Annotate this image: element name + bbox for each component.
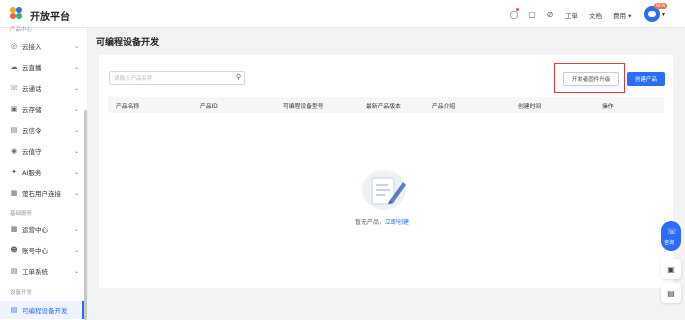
page-title: 可编程设备开发 [96, 38, 160, 48]
sidebar-item-label: 云接入 [22, 43, 42, 51]
column-header: 产品介绍 [432, 104, 456, 110]
live-icon: ☁ [10, 63, 18, 71]
empty-state-illustration [362, 170, 406, 210]
sidebar-item-live[interactable]: ☁ 云直播 ⌄ [0, 58, 84, 76]
vip-badge: NEW [654, 3, 668, 9]
user-connect-icon: ▦ [10, 189, 18, 197]
sidebar-item-programmable-dev[interactable]: ▤ 可编程设备开发 [0, 301, 84, 319]
chevron-down-icon: ⌄ [74, 246, 80, 254]
docs-link[interactable]: 文档 [589, 10, 602, 20]
sidebar-item-label: 云通话 [22, 85, 42, 93]
camera-icon: ◉ [10, 147, 18, 155]
section-label-basic: 基础服务 [10, 211, 33, 217]
feedback-icon[interactable]: ▤ [661, 283, 681, 303]
sidebar-item-label: 云信令 [22, 127, 42, 135]
gift-icon[interactable]: ▣ [661, 259, 681, 279]
signal-icon: ▤ [10, 126, 18, 134]
call-icon: ☏ [9, 84, 19, 92]
chevron-down-icon: ⌄ [74, 105, 80, 113]
storage-icon: ▣ [10, 105, 18, 113]
consult-button[interactable]: ☏ 咨询 [661, 221, 681, 251]
sidebar-item-storage[interactable]: ▣ 云存储 ⌄ [0, 100, 84, 118]
compass-icon[interactable]: ⊘ [545, 9, 555, 19]
chevron-down-icon: ⌄ [74, 225, 80, 233]
logo-icon [10, 7, 26, 21]
column-header: 最新产品版本 [366, 104, 401, 110]
sidebar-item-call[interactable]: ☏ 云通话 ⌄ [0, 79, 84, 97]
dev-icon: ▤ [10, 306, 18, 314]
account-icon: ☻ [10, 246, 18, 254]
sidebar-item-cloud-access[interactable]: ◎ 云接入 ⌄ [0, 37, 84, 55]
cloud-access-icon: ◎ [10, 42, 18, 50]
sidebar-item-label: 工单系统 [22, 268, 48, 276]
column-header: 操作 [602, 104, 614, 110]
section-label-dev: 设备开发 [10, 290, 33, 296]
tablet-icon[interactable]: ▢ [527, 9, 537, 19]
sidebar-item-ai[interactable]: ✦ AI服务 ⌄ [0, 163, 84, 181]
chevron-down-icon: ⌄ [74, 126, 80, 134]
sidebar: 产品中心 ◎ 云接入 ⌄ ☁ 云直播 ⌄ ☏ 云通话 ⌄ ▣ 云存储 ⌄ ▤ 云… [0, 27, 88, 320]
sidebar-item-label: 账号中心 [22, 247, 48, 255]
column-header: 可编程设备型号 [283, 104, 324, 110]
chevron-down-icon[interactable]: ▾ [662, 11, 665, 18]
chevron-down-icon: ▾ [628, 12, 632, 20]
firmware-upgrade-button[interactable]: 开发者固件升级 [563, 72, 619, 86]
table-header: 产品名称 产品ID 可编程设备型号 最新产品版本 产品介绍 创建时间 操作 [108, 97, 664, 113]
search-box[interactable]: ⚲ [109, 71, 245, 85]
chevron-down-icon: ⌄ [74, 42, 80, 50]
fees-label: 费用 [613, 12, 626, 20]
column-header: 创建时间 [518, 104, 542, 110]
sidebar-item-signal[interactable]: ▤ 云信令 ⌄ [0, 121, 84, 139]
sidebar-item-ops[interactable]: ▩ 运营中心 ⌄ [0, 220, 84, 238]
headset-icon: ☏ [667, 227, 678, 236]
chevron-down-icon: ⌄ [74, 168, 80, 176]
consult-label: 咨询 [664, 240, 675, 246]
top-bar: 开放平台 ◯ ▢ ⊘ 工单 文档 费用 ▾ NEW ▾ [0, 0, 685, 28]
section-label-product: 产品中心 [10, 27, 33, 33]
notification-dot [516, 8, 519, 11]
sidebar-scrollbar[interactable] [84, 110, 87, 320]
search-input[interactable] [114, 74, 226, 83]
ticket-icon: ▤ [10, 267, 18, 275]
brand-name[interactable]: 开放平台 [30, 8, 70, 23]
empty-state-text: 暂无产品，立即创建 [355, 217, 409, 226]
sidebar-item-label: 云值守 [22, 148, 42, 156]
column-header: 产品ID [200, 104, 218, 110]
ai-icon: ✦ [11, 168, 17, 176]
column-header: 产品名称 [116, 104, 140, 110]
sidebar-item-ticket[interactable]: ▤ 工单系统 ⌄ [0, 262, 84, 280]
sidebar-item-label: 云直播 [22, 64, 42, 72]
ops-icon: ▩ [10, 225, 18, 233]
chevron-down-icon: ⌄ [74, 84, 80, 92]
create-product-button[interactable]: 创建产品 [627, 72, 665, 86]
chevron-down-icon: ⌄ [74, 63, 80, 71]
sidebar-item-label: 运营中心 [22, 226, 48, 234]
chevron-down-icon: ⌄ [74, 189, 80, 197]
sidebar-item-account[interactable]: ☻ 账号中心 ⌄ [0, 241, 84, 259]
empty-message: 暂无产品， [355, 219, 386, 226]
ticket-link[interactable]: 工单 [565, 10, 578, 20]
sidebar-item-label: 可编程设备开发 [22, 307, 68, 315]
create-now-link[interactable]: 立即创建 [385, 219, 409, 226]
search-icon[interactable]: ⚲ [236, 73, 241, 81]
sidebar-item-guard[interactable]: ◉ 云值守 ⌄ [0, 142, 84, 160]
sidebar-item-label: 云存储 [22, 106, 42, 114]
chevron-down-icon: ⌄ [74, 267, 80, 275]
sidebar-item-user-connect[interactable]: ▦ 萤石用户连接 ⌄ [0, 184, 84, 202]
chevron-down-icon: ⌄ [74, 147, 80, 155]
sidebar-item-label: 萤石用户连接 [22, 190, 61, 198]
sidebar-item-label: AI服务 [22, 169, 42, 177]
fees-link[interactable]: 费用 ▾ [613, 10, 631, 20]
